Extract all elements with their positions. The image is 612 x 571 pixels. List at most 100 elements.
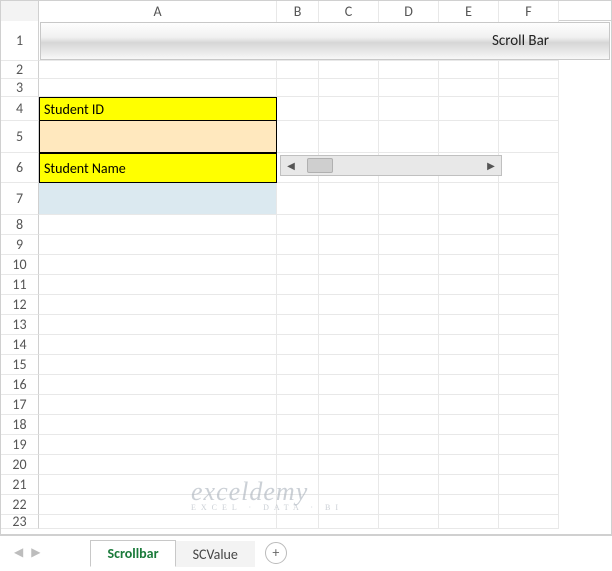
cell-E12[interactable] — [439, 295, 499, 315]
cell-E19[interactable] — [439, 435, 499, 455]
sheet-tab-scvalue[interactable]: SCValue — [176, 541, 255, 567]
tab-nav-prev-icon[interactable]: ◀ — [14, 545, 23, 560]
cell-A14[interactable] — [39, 335, 277, 355]
row-header-9[interactable]: 9 — [1, 235, 39, 255]
cell-F20[interactable] — [499, 455, 559, 475]
cell-C15[interactable] — [319, 355, 379, 375]
cell-D3[interactable] — [379, 79, 439, 97]
cell-B3[interactable] — [277, 79, 319, 97]
cell-E21[interactable] — [439, 475, 499, 495]
cell-E23[interactable] — [439, 515, 499, 529]
row-header-1[interactable]: 1 — [1, 21, 39, 61]
cell-A16[interactable] — [39, 375, 277, 395]
cell-C22[interactable] — [319, 495, 379, 515]
col-header-A[interactable]: A — [39, 1, 277, 21]
cell-B22[interactable] — [277, 495, 319, 515]
cell-D16[interactable] — [379, 375, 439, 395]
row-header-18[interactable]: 18 — [1, 415, 39, 435]
cell-C11[interactable] — [319, 275, 379, 295]
worksheet-grid[interactable]: A B C D E F 1234567891011121314151617181… — [0, 0, 612, 535]
row-header-13[interactable]: 13 — [1, 315, 39, 335]
cell-D4[interactable] — [379, 97, 439, 121]
cell-F2[interactable] — [499, 61, 559, 79]
cell-F5[interactable] — [499, 121, 559, 153]
cell-A8[interactable] — [39, 215, 277, 235]
cell-F17[interactable] — [499, 395, 559, 415]
row-header-4[interactable]: 4 — [1, 97, 39, 121]
cell-C18[interactable] — [319, 415, 379, 435]
cell-C7[interactable] — [319, 183, 379, 215]
cell-D11[interactable] — [379, 275, 439, 295]
cell-E22[interactable] — [439, 495, 499, 515]
cell-E4[interactable] — [439, 97, 499, 121]
cell-D2[interactable] — [379, 61, 439, 79]
cell-A17[interactable] — [39, 395, 277, 415]
cell-A7[interactable] — [39, 183, 277, 215]
cell-E18[interactable] — [439, 415, 499, 435]
cell-C13[interactable] — [319, 315, 379, 335]
cell-B7[interactable] — [277, 183, 319, 215]
cell-B8[interactable] — [277, 215, 319, 235]
cell-D20[interactable] — [379, 455, 439, 475]
cell-A5[interactable] — [39, 121, 277, 153]
cell-A13[interactable] — [39, 315, 277, 335]
col-header-F[interactable]: F — [499, 1, 559, 21]
cell-C20[interactable] — [319, 455, 379, 475]
cell-E8[interactable] — [439, 215, 499, 235]
cell-B13[interactable] — [277, 315, 319, 335]
cell-A2[interactable] — [39, 61, 277, 79]
col-header-E[interactable]: E — [439, 1, 499, 21]
cell-D21[interactable] — [379, 475, 439, 495]
scroll-right-arrow-icon[interactable]: ▶ — [481, 156, 501, 175]
cell-B21[interactable] — [277, 475, 319, 495]
cell-E9[interactable] — [439, 235, 499, 255]
cell-F18[interactable] — [499, 415, 559, 435]
cell-E13[interactable] — [439, 315, 499, 335]
row-header-14[interactable]: 14 — [1, 335, 39, 355]
cell-D18[interactable] — [379, 415, 439, 435]
cell-C12[interactable] — [319, 295, 379, 315]
row-header-20[interactable]: 20 — [1, 455, 39, 475]
cell-E14[interactable] — [439, 335, 499, 355]
cell-F8[interactable] — [499, 215, 559, 235]
cell-F7[interactable] — [499, 183, 559, 215]
select-all-corner[interactable] — [1, 1, 39, 21]
cell-A23[interactable] — [39, 515, 277, 529]
cell-E20[interactable] — [439, 455, 499, 475]
cell-A15[interactable] — [39, 355, 277, 375]
cell-C2[interactable] — [319, 61, 379, 79]
cell-C19[interactable] — [319, 435, 379, 455]
col-header-C[interactable]: C — [319, 1, 379, 21]
cell-D17[interactable] — [379, 395, 439, 415]
cell-A19[interactable] — [39, 435, 277, 455]
cell-D12[interactable] — [379, 295, 439, 315]
row-header-2[interactable]: 2 — [1, 61, 39, 79]
cell-E5[interactable] — [439, 121, 499, 153]
cell-F12[interactable] — [499, 295, 559, 315]
cell-A12[interactable] — [39, 295, 277, 315]
cell-D15[interactable] — [379, 355, 439, 375]
cell-C17[interactable] — [319, 395, 379, 415]
cell-E15[interactable] — [439, 355, 499, 375]
cell-E3[interactable] — [439, 79, 499, 97]
cell-E2[interactable] — [439, 61, 499, 79]
cell-B2[interactable] — [277, 61, 319, 79]
cell-D5[interactable] — [379, 121, 439, 153]
cell-D22[interactable] — [379, 495, 439, 515]
cell-C23[interactable] — [319, 515, 379, 529]
cell-A4[interactable]: Student ID — [39, 97, 277, 121]
row-header-10[interactable]: 10 — [1, 255, 39, 275]
cell-E16[interactable] — [439, 375, 499, 395]
cell-A20[interactable] — [39, 455, 277, 475]
cell-B23[interactable] — [277, 515, 319, 529]
cell-C16[interactable] — [319, 375, 379, 395]
cell-A10[interactable] — [39, 255, 277, 275]
cell-F11[interactable] — [499, 275, 559, 295]
scroll-left-arrow-icon[interactable]: ◀ — [281, 156, 301, 175]
cell-B14[interactable] — [277, 335, 319, 355]
cell-C3[interactable] — [319, 79, 379, 97]
cell-B10[interactable] — [277, 255, 319, 275]
sheet-tab-scrollbar[interactable]: Scrollbar — [90, 540, 175, 567]
row-header-11[interactable]: 11 — [1, 275, 39, 295]
row-header-23[interactable]: 23 — [1, 515, 39, 529]
